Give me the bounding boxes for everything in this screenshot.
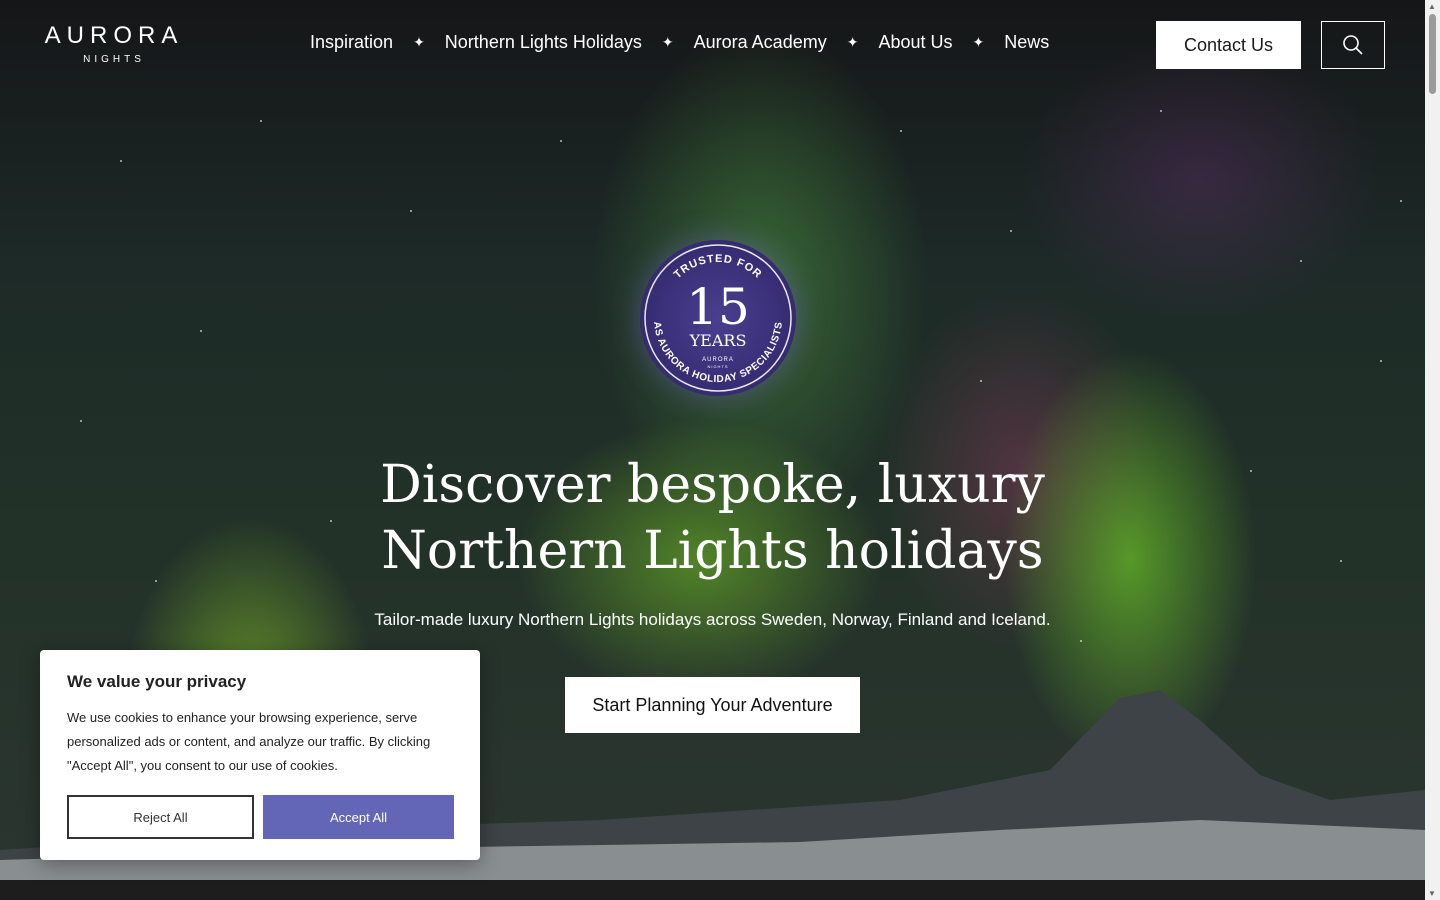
nav-separator-icon: ✦ — [661, 34, 674, 50]
hero-title-line2: Northern Lights holidays — [381, 521, 1044, 581]
nav-separator-icon: ✦ — [846, 34, 859, 50]
nav-item-northern-lights-holidays[interactable]: Northern Lights Holidays — [435, 32, 652, 53]
hero-title: Discover bespoke, luxury Northern Lights… — [300, 452, 1125, 584]
cookie-consent-dialog: We value your privacy We use cookies to … — [40, 650, 480, 860]
hero-subtitle: Tailor-made luxury Northern Lights holid… — [374, 610, 1051, 629]
scroll-down-icon[interactable]: ▼ — [1428, 889, 1436, 898]
start-planning-button[interactable]: Start Planning Your Adventure — [565, 677, 860, 733]
main-nav: Inspiration ✦ Northern Lights Holidays ✦… — [300, 32, 1059, 53]
reject-all-button[interactable]: Reject All — [67, 795, 254, 839]
trusted-15-years-badge: TRUSTED FOR 15 YEARS AURORA NIGHTS AS AU… — [640, 240, 796, 396]
cookie-title: We value your privacy — [67, 672, 247, 691]
badge-brand-sub: NIGHTS — [707, 364, 728, 369]
nav-item-aurora-academy[interactable]: Aurora Academy — [684, 32, 837, 53]
badge-unit: YEARS — [689, 331, 747, 350]
scroll-up-icon[interactable]: ▲ — [1428, 2, 1436, 11]
scroll-thumb[interactable] — [1429, 14, 1436, 94]
contact-us-button[interactable]: Contact Us — [1156, 21, 1301, 69]
badge-top-text: TRUSTED FOR — [672, 253, 763, 281]
hero-title-line1: Discover bespoke, luxury — [380, 455, 1045, 515]
brand-logo[interactable]: AURORA NIGHTS — [40, 22, 188, 65]
nav-separator-icon: ✦ — [413, 34, 425, 50]
svg-text:TRUSTED FOR: TRUSTED FOR — [672, 253, 764, 281]
top-navbar: AURORA NIGHTS Inspiration ✦ Northern Lig… — [0, 0, 1425, 90]
nav-separator-icon: ✦ — [972, 34, 985, 50]
nav-item-inspiration[interactable]: Inspiration — [300, 32, 403, 53]
page-bottom-strip — [0, 880, 1425, 900]
brand-name: AURORA — [44, 22, 184, 49]
brand-sub: NIGHTS — [83, 54, 145, 65]
search-button[interactable] — [1321, 21, 1385, 69]
nav-item-news[interactable]: News — [994, 32, 1059, 53]
cookie-buttons: Reject All Accept All — [67, 795, 454, 839]
vertical-scrollbar[interactable]: ▲ ▼ — [1425, 0, 1440, 900]
badge-brand: AURORA — [702, 357, 734, 363]
accept-all-button[interactable]: Accept All — [263, 795, 454, 839]
cookie-text: We use cookies to enhance your browsing … — [67, 710, 431, 773]
badge-number: 15 — [686, 278, 750, 336]
search-icon — [1343, 35, 1363, 55]
nav-item-about-us[interactable]: About Us — [868, 32, 962, 53]
